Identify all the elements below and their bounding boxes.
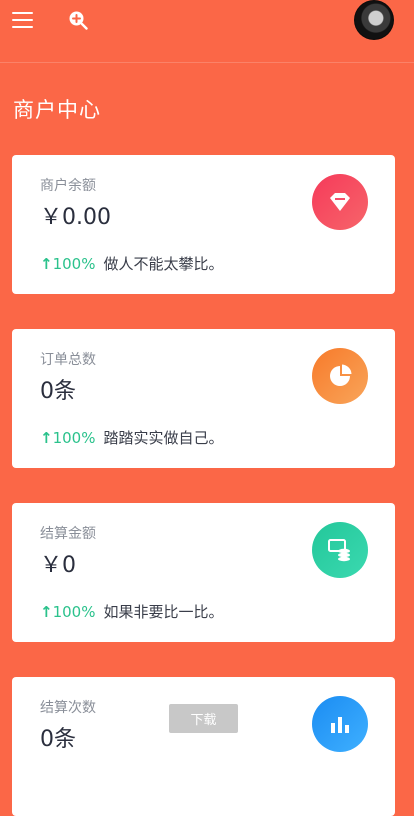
card-value: ￥0.00 bbox=[40, 205, 111, 230]
card-label: 结算金额 bbox=[40, 526, 96, 542]
card-footer: ↑100% 做人不能太攀比。 bbox=[40, 253, 223, 274]
up-arrow-icon: ↑ bbox=[40, 255, 53, 273]
coins-icon bbox=[312, 522, 368, 578]
card-footer: ↑100% 如果非要比一比。 bbox=[40, 601, 223, 622]
card-value: 0条 bbox=[40, 727, 76, 752]
user-avatar[interactable] bbox=[354, 0, 394, 40]
card-settlement-count: 结算次数 0条 bbox=[12, 677, 395, 816]
card-percent: 100% bbox=[52, 255, 96, 273]
card-value: 0条 bbox=[40, 379, 76, 404]
download-button[interactable]: 下载 bbox=[169, 704, 238, 733]
card-label: 结算次数 bbox=[40, 700, 96, 716]
up-arrow-icon: ↑ bbox=[40, 603, 53, 621]
pie-chart-icon bbox=[312, 348, 368, 404]
card-merchant-balance: 商户余额 ￥0.00 ↑100% 做人不能太攀比。 bbox=[12, 155, 395, 294]
card-percent: 100% bbox=[52, 429, 96, 447]
card-note: 做人不能太攀比。 bbox=[103, 255, 224, 273]
page-title: 商户中心 bbox=[13, 98, 101, 122]
card-note: 如果非要比一比。 bbox=[103, 603, 224, 621]
bar-chart-icon bbox=[312, 696, 368, 752]
top-bar bbox=[0, 0, 414, 63]
card-label: 商户余额 bbox=[40, 178, 96, 194]
zoom-in-search-icon[interactable] bbox=[68, 10, 88, 30]
card-label: 订单总数 bbox=[40, 352, 96, 368]
up-arrow-icon: ↑ bbox=[40, 429, 53, 447]
menu-icon[interactable] bbox=[12, 12, 34, 28]
card-settlement-amount: 结算金额 ￥0 ↑100% 如果非要比一比。 bbox=[12, 503, 395, 642]
card-order-total: 订单总数 0条 ↑100% 踏踏实实做自己。 bbox=[12, 329, 395, 468]
card-note: 踏踏实实做自己。 bbox=[103, 429, 224, 447]
card-footer: ↑100% 踏踏实实做自己。 bbox=[40, 427, 223, 448]
diamond-icon bbox=[312, 174, 368, 230]
card-percent: 100% bbox=[52, 603, 96, 621]
card-value: ￥0 bbox=[40, 553, 76, 578]
